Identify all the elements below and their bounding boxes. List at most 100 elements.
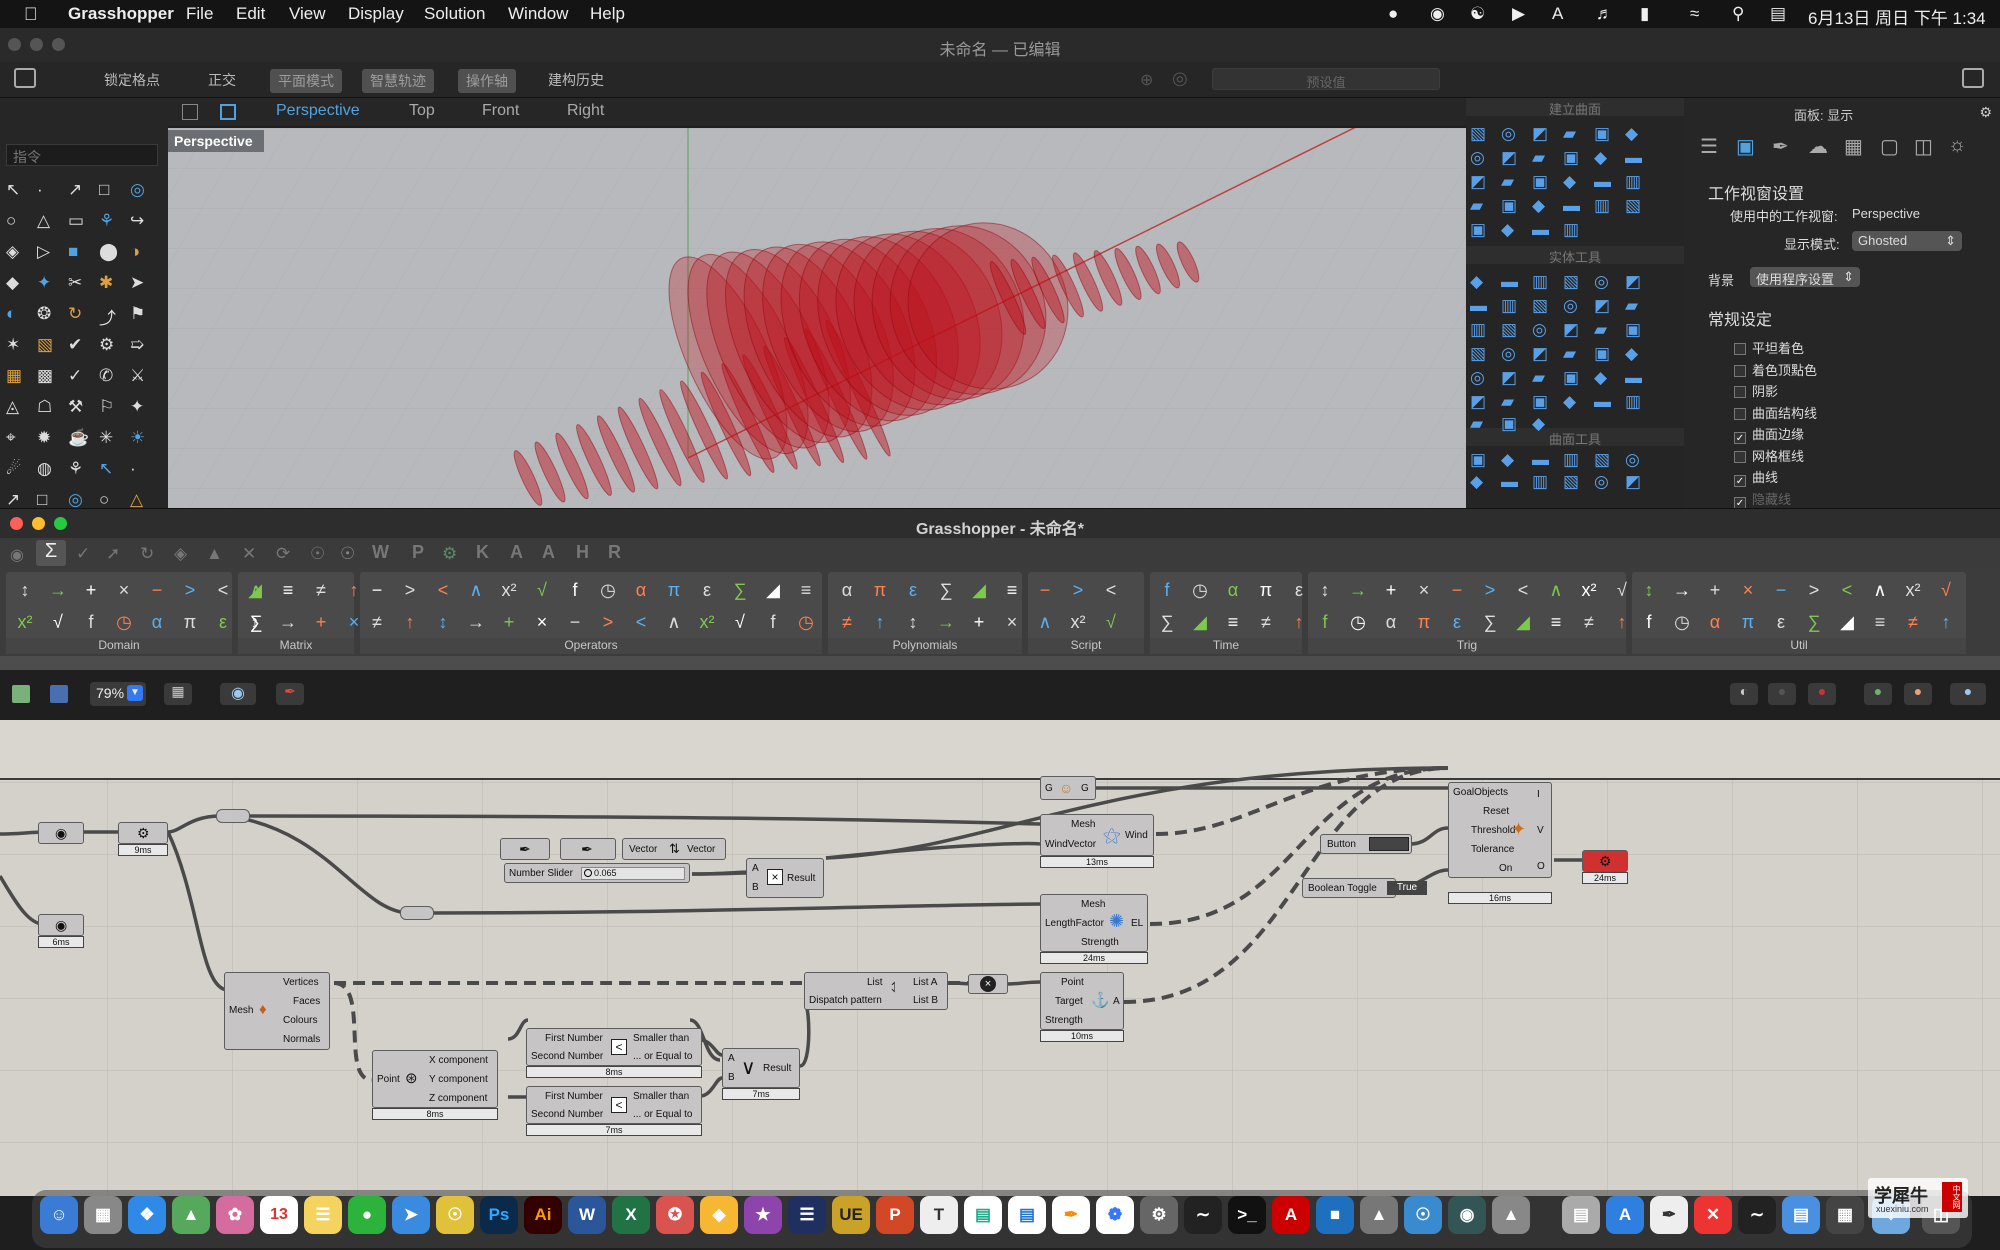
- tab-w[interactable]: W: [372, 542, 389, 563]
- layers-icon[interactable]: ☰: [1700, 134, 1718, 159]
- component-icon[interactable]: √: [47, 612, 69, 634]
- tab-mesh-icon[interactable]: ▲: [206, 544, 223, 564]
- illustrator-icon[interactable]: Ai: [524, 1196, 562, 1234]
- surface-tool-icon[interactable]: ◎: [1594, 472, 1616, 494]
- relay-node-2[interactable]: [400, 906, 434, 920]
- surface-tool-icon[interactable]: ▥: [1563, 220, 1585, 242]
- tool-icon[interactable]: ⬤: [99, 242, 121, 264]
- mode-planar[interactable]: 平面模式: [270, 69, 342, 93]
- component-icon[interactable]: ∧: [663, 612, 685, 634]
- maps-icon[interactable]: ▲: [172, 1196, 210, 1234]
- share-icon[interactable]: ☯: [1470, 4, 1485, 24]
- checkbox-row[interactable]: 曲面结构线: [1734, 403, 1817, 422]
- checkbox-unchecked[interactable]: [1734, 386, 1746, 398]
- search-icon[interactable]: ⚲: [1732, 4, 1744, 24]
- tab-params-icon[interactable]: ◉: [10, 545, 24, 565]
- component-icon[interactable]: +: [310, 612, 332, 634]
- surface-tool-icon[interactable]: ▥: [1625, 172, 1647, 194]
- component-icon[interactable]: ∧: [1869, 580, 1891, 602]
- checkbox-checked[interactable]: ✓: [1734, 432, 1746, 444]
- keynote-icon[interactable]: ▤: [1008, 1196, 1046, 1234]
- checkbox-unchecked[interactable]: [1734, 343, 1746, 355]
- surface-tool-icon[interactable]: ▥: [1563, 450, 1585, 472]
- component-icon[interactable]: √: [1611, 580, 1633, 602]
- component-icon[interactable]: α: [1222, 580, 1244, 602]
- component-icon[interactable]: ◷: [795, 612, 817, 634]
- tool-icon[interactable]: ⚑: [130, 304, 152, 326]
- component-icon[interactable]: ∧: [465, 580, 487, 602]
- surface-tool-icon[interactable]: ◆: [1625, 344, 1647, 366]
- tab-p[interactable]: P: [412, 542, 424, 563]
- browser-icon[interactable]: ☉: [1404, 1196, 1442, 1234]
- component-icon[interactable]: ↕: [432, 612, 454, 634]
- autocad-icon[interactable]: A: [1272, 1196, 1310, 1234]
- surface-tool-icon[interactable]: ◩: [1563, 320, 1585, 342]
- component-icon[interactable]: α: [1380, 612, 1402, 634]
- surface-tool-icon[interactable]: ◩: [1594, 296, 1616, 318]
- tab-front[interactable]: Front: [482, 102, 519, 120]
- folder-icon[interactable]: ◫: [1914, 134, 1933, 159]
- tab-top[interactable]: Top: [409, 102, 435, 120]
- rhino-icon[interactable]: ▲: [1360, 1196, 1398, 1234]
- component-icon[interactable]: x²: [498, 580, 520, 602]
- component-icon[interactable]: −: [564, 612, 586, 634]
- tool-icon[interactable]: ↪: [130, 211, 152, 233]
- battery-icon[interactable]: ▮: [1640, 4, 1649, 24]
- component-icon[interactable]: ◢: [1836, 612, 1858, 634]
- component-icon[interactable]: x²: [14, 612, 36, 634]
- component-icon[interactable]: ↑: [1611, 612, 1633, 634]
- surface-tool-icon[interactable]: ◎: [1563, 296, 1585, 318]
- checkbox-row[interactable]: 阴影: [1734, 381, 1778, 400]
- tab-maths-icon[interactable]: Σ: [36, 540, 66, 566]
- globe-icon[interactable]: ☼: [1948, 134, 1966, 157]
- surface-tool-icon[interactable]: ▥: [1501, 296, 1523, 318]
- tool-icon[interactable]: ✳: [99, 428, 121, 450]
- component-icon[interactable]: +: [498, 612, 520, 634]
- mode-grid-snap[interactable]: 锁定格点: [104, 70, 160, 90]
- surface-tool-icon[interactable]: ▬: [1470, 296, 1492, 318]
- sidebar-toggle-icon[interactable]: [14, 68, 36, 88]
- mode-ortho[interactable]: 正交: [208, 70, 236, 90]
- param-node-3[interactable]: ◉: [38, 914, 84, 936]
- component-icon[interactable]: ε: [1446, 612, 1468, 634]
- tab-r[interactable]: R: [608, 542, 621, 563]
- component-icon[interactable]: −: [146, 580, 168, 602]
- component-icon[interactable]: <: [1836, 580, 1858, 602]
- component-icon[interactable]: α: [836, 580, 858, 602]
- component-icon[interactable]: +: [968, 612, 990, 634]
- component-icon[interactable]: ×: [1001, 612, 1023, 634]
- surface-tool-icon[interactable]: ◎: [1625, 450, 1647, 472]
- component-icon[interactable]: ↑: [399, 612, 421, 634]
- frame-icon[interactable]: ▢: [1880, 134, 1899, 159]
- mode-smarttrack[interactable]: 智慧轨迹: [362, 69, 434, 93]
- tab-surface-icon[interactable]: ◈: [174, 544, 187, 564]
- menu-edit[interactable]: Edit: [236, 4, 265, 24]
- mode-gumball[interactable]: 操作轴: [458, 69, 516, 93]
- tool-icon[interactable]: ◐: [6, 304, 28, 326]
- tool-icon[interactable]: ☀: [130, 428, 152, 450]
- sketchup-icon[interactable]: ■: [1316, 1196, 1354, 1234]
- boolean-toggle[interactable]: Boolean Toggle True: [1302, 878, 1427, 898]
- component-icon[interactable]: −: [1446, 580, 1468, 602]
- surface-tool-icon[interactable]: ▣: [1594, 124, 1616, 146]
- component-icon[interactable]: >: [1803, 580, 1825, 602]
- tool-icon[interactable]: ⤴: [99, 304, 121, 328]
- surface-tool-icon[interactable]: ▬: [1501, 272, 1523, 294]
- surface-tool-icon[interactable]: ▰: [1532, 368, 1554, 390]
- menu-help[interactable]: Help: [590, 4, 625, 24]
- tool-icon[interactable]: ▦: [6, 366, 28, 388]
- surface-tool-icon[interactable]: ▥: [1532, 472, 1554, 494]
- surface-tool-icon[interactable]: ◩: [1532, 124, 1554, 146]
- surface-tool-icon[interactable]: ◎: [1532, 320, 1554, 342]
- component-icon[interactable]: ≡: [1001, 580, 1023, 602]
- component-icon[interactable]: ◢: [762, 580, 784, 602]
- component-icon[interactable]: →: [277, 612, 299, 634]
- component-icon[interactable]: →: [1671, 580, 1693, 602]
- deconstruct-mesh[interactable]: Mesh ♦ Vertices Faces Colours Normals: [224, 972, 330, 1050]
- tool-icon[interactable]: ☕: [68, 428, 90, 450]
- component-icon[interactable]: ×: [1737, 580, 1759, 602]
- menu-app[interactable]: Grasshopper: [68, 4, 174, 24]
- tool-icon[interactable]: ◍: [37, 459, 59, 481]
- tab-kangaroo-icon[interactable]: ☉: [340, 544, 355, 564]
- number-slider[interactable]: Number Slider 0.065: [504, 863, 690, 883]
